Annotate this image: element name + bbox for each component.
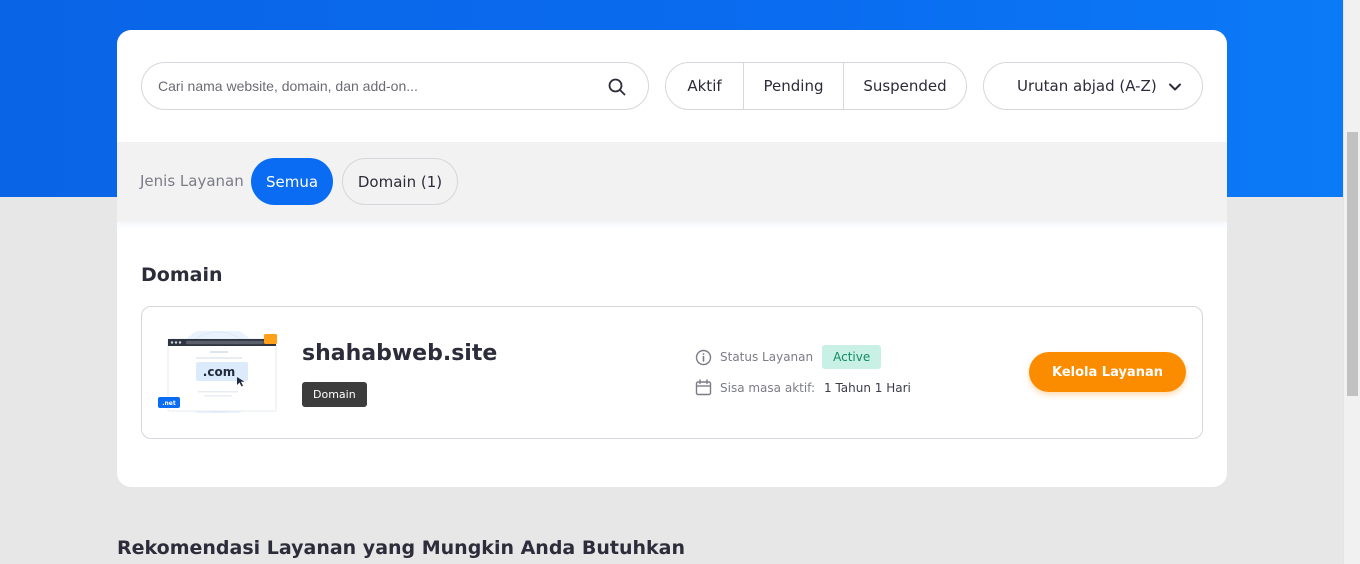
section-title: Domain — [141, 264, 223, 286]
service-status: Status Layanan Active — [695, 345, 882, 369]
search-box[interactable] — [141, 62, 649, 110]
chevron-down-icon — [1169, 83, 1181, 91]
search-input[interactable] — [158, 63, 598, 109]
status-filter-aktif[interactable]: Aktif — [666, 63, 744, 109]
status-filter-group: Aktif Pending Suspended — [665, 62, 967, 110]
scrollbar[interactable] — [1343, 0, 1360, 564]
service-name: shahabweb.site — [302, 341, 498, 366]
service-type-label: Jenis Layanan — [140, 172, 244, 190]
remaining-value: 1 Tahun 1 Hari — [824, 380, 911, 395]
search-icon[interactable] — [608, 78, 626, 96]
status-badge: Active — [822, 345, 882, 369]
remaining-label: Sisa masa aktif: — [720, 380, 816, 395]
status-filter-suspended[interactable]: Suspended — [844, 63, 966, 109]
info-icon — [695, 349, 712, 365]
status-filter-pending[interactable]: Pending — [744, 63, 844, 109]
domain-illustration: .com .net — [158, 331, 277, 413]
filter-pill-semua[interactable]: Semua — [251, 158, 333, 205]
status-label: Status Layanan — [720, 350, 814, 364]
filter-pill-domain[interactable]: Domain (1) — [342, 158, 458, 205]
scrollbar-thumb[interactable] — [1347, 132, 1358, 396]
sort-selected-label: Urutan abjad (A-Z) — [1017, 77, 1157, 95]
thumb-net-tag: .net — [162, 400, 176, 407]
service-type-filter: Jenis Layanan Semua Domain (1) — [117, 142, 1227, 230]
service-remaining: Sisa masa aktif: 1 Tahun 1 Hari — [695, 379, 911, 396]
calendar-icon — [695, 379, 712, 396]
thumb-com-text: .com — [203, 365, 235, 379]
services-card: Aktif Pending Suspended Urutan abjad (A-… — [117, 30, 1227, 487]
sort-select[interactable]: Urutan abjad (A-Z) — [983, 62, 1203, 110]
service-type-badge: Domain — [302, 382, 367, 407]
recommendation-title: Rekomendasi Layanan yang Mungkin Anda Bu… — [117, 537, 685, 559]
manage-service-button[interactable]: Kelola Layanan — [1029, 352, 1186, 392]
service-row: .com .net shahabweb.site Domain Status L… — [141, 306, 1203, 439]
